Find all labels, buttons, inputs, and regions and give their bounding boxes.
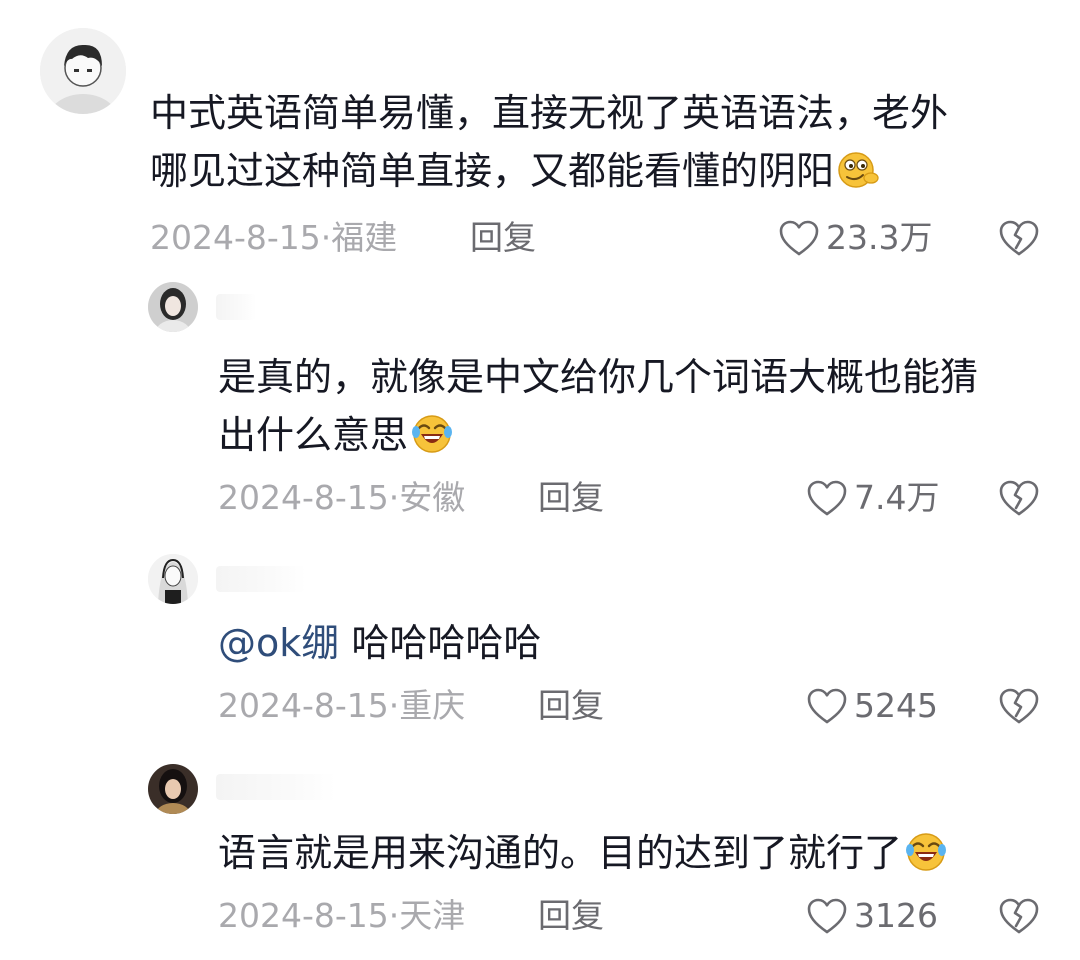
- reply-button[interactable]: 回复: [538, 896, 604, 936]
- user-mention-link[interactable]: @ok绷: [218, 621, 339, 665]
- meta-separator: ·: [388, 686, 400, 725]
- avatar[interactable]: [148, 764, 198, 814]
- comment-text: 中式英语简单易懂，直接无视了英语语法，老外 哪见过这种简单直接，又都能看懂的阴阳: [150, 84, 948, 200]
- dislike-button[interactable]: [998, 478, 1040, 518]
- avatar-image: [40, 28, 126, 114]
- broken-heart-icon: [999, 898, 1039, 934]
- like-count: 7.4万: [854, 478, 940, 517]
- comment-meta: 2024-8-15·福建: [150, 218, 397, 258]
- reply-button[interactable]: 回复: [538, 686, 604, 726]
- reply-text-line: 出什么意思: [218, 406, 978, 464]
- rolling-laughing-emoji-icon: [904, 830, 948, 874]
- reply-text-line: 语言就是用来沟通的。目的达到了就行了: [218, 824, 948, 882]
- reply-text: 语言就是用来沟通的。目的达到了就行了: [218, 824, 948, 882]
- like-button[interactable]: 5245: [806, 686, 938, 726]
- heart-icon: [807, 688, 847, 724]
- comment-text-line: 哪见过这种简单直接，又都能看懂的阴阳: [150, 142, 948, 200]
- reply-location: 天津: [399, 896, 466, 935]
- broken-heart-icon: [999, 220, 1039, 256]
- reply-date: 2024-8-15: [218, 478, 389, 517]
- reply-text: 是真的，就像是中文给你几个词语大概也能猜 出什么意思: [218, 348, 978, 464]
- like-count: 5245: [854, 686, 938, 725]
- broken-heart-icon: [999, 480, 1039, 516]
- reply-button[interactable]: 回复: [470, 218, 536, 258]
- reply-date: 2024-8-15: [218, 686, 389, 725]
- avatar-image: [148, 554, 198, 604]
- meta-separator: ·: [388, 896, 400, 935]
- broken-heart-icon: [999, 688, 1039, 724]
- reply-username[interactable]: [216, 566, 306, 592]
- like-count: 23.3万: [826, 218, 933, 257]
- comment-text-line: 中式英语简单易懂，直接无视了英语语法，老外: [150, 91, 949, 135]
- like-button[interactable]: 23.3万: [778, 218, 932, 258]
- heart-icon: [807, 480, 847, 516]
- like-button[interactable]: 3126: [806, 896, 938, 936]
- meta-separator: ·: [320, 218, 332, 257]
- avatar[interactable]: [148, 554, 198, 604]
- comment-date: 2024-8-15: [150, 218, 321, 257]
- smirking-face-emoji-icon: [836, 148, 880, 192]
- like-count: 3126: [854, 896, 938, 935]
- heart-icon: [807, 898, 847, 934]
- reply-meta: 2024-8-15·重庆: [218, 686, 465, 726]
- reply-text-content: 哈哈哈哈哈: [351, 621, 542, 665]
- meta-separator: ·: [388, 478, 400, 517]
- avatar[interactable]: [40, 28, 126, 114]
- reply-location: 安徽: [399, 478, 466, 517]
- heart-icon: [779, 220, 819, 256]
- reply-username[interactable]: [216, 294, 256, 320]
- reply-username[interactable]: [216, 774, 336, 800]
- dislike-button[interactable]: [998, 896, 1040, 936]
- avatar[interactable]: [148, 282, 198, 332]
- dislike-button[interactable]: [998, 218, 1040, 258]
- reply-meta: 2024-8-15·天津: [218, 896, 465, 936]
- rolling-laughing-emoji-icon: [410, 412, 454, 456]
- like-button[interactable]: 7.4万: [806, 478, 939, 518]
- reply-text-line: 是真的，就像是中文给你几个词语大概也能猜: [218, 355, 979, 399]
- reply-date: 2024-8-15: [218, 896, 389, 935]
- reply-text: @ok绷 哈哈哈哈哈: [218, 614, 541, 672]
- reply-button[interactable]: 回复: [538, 478, 604, 518]
- comment-location: 福建: [331, 218, 398, 257]
- dislike-button[interactable]: [998, 686, 1040, 726]
- avatar-image: [148, 282, 198, 332]
- reply-meta: 2024-8-15·安徽: [218, 478, 465, 518]
- avatar-image: [148, 764, 198, 814]
- reply-location: 重庆: [399, 686, 466, 725]
